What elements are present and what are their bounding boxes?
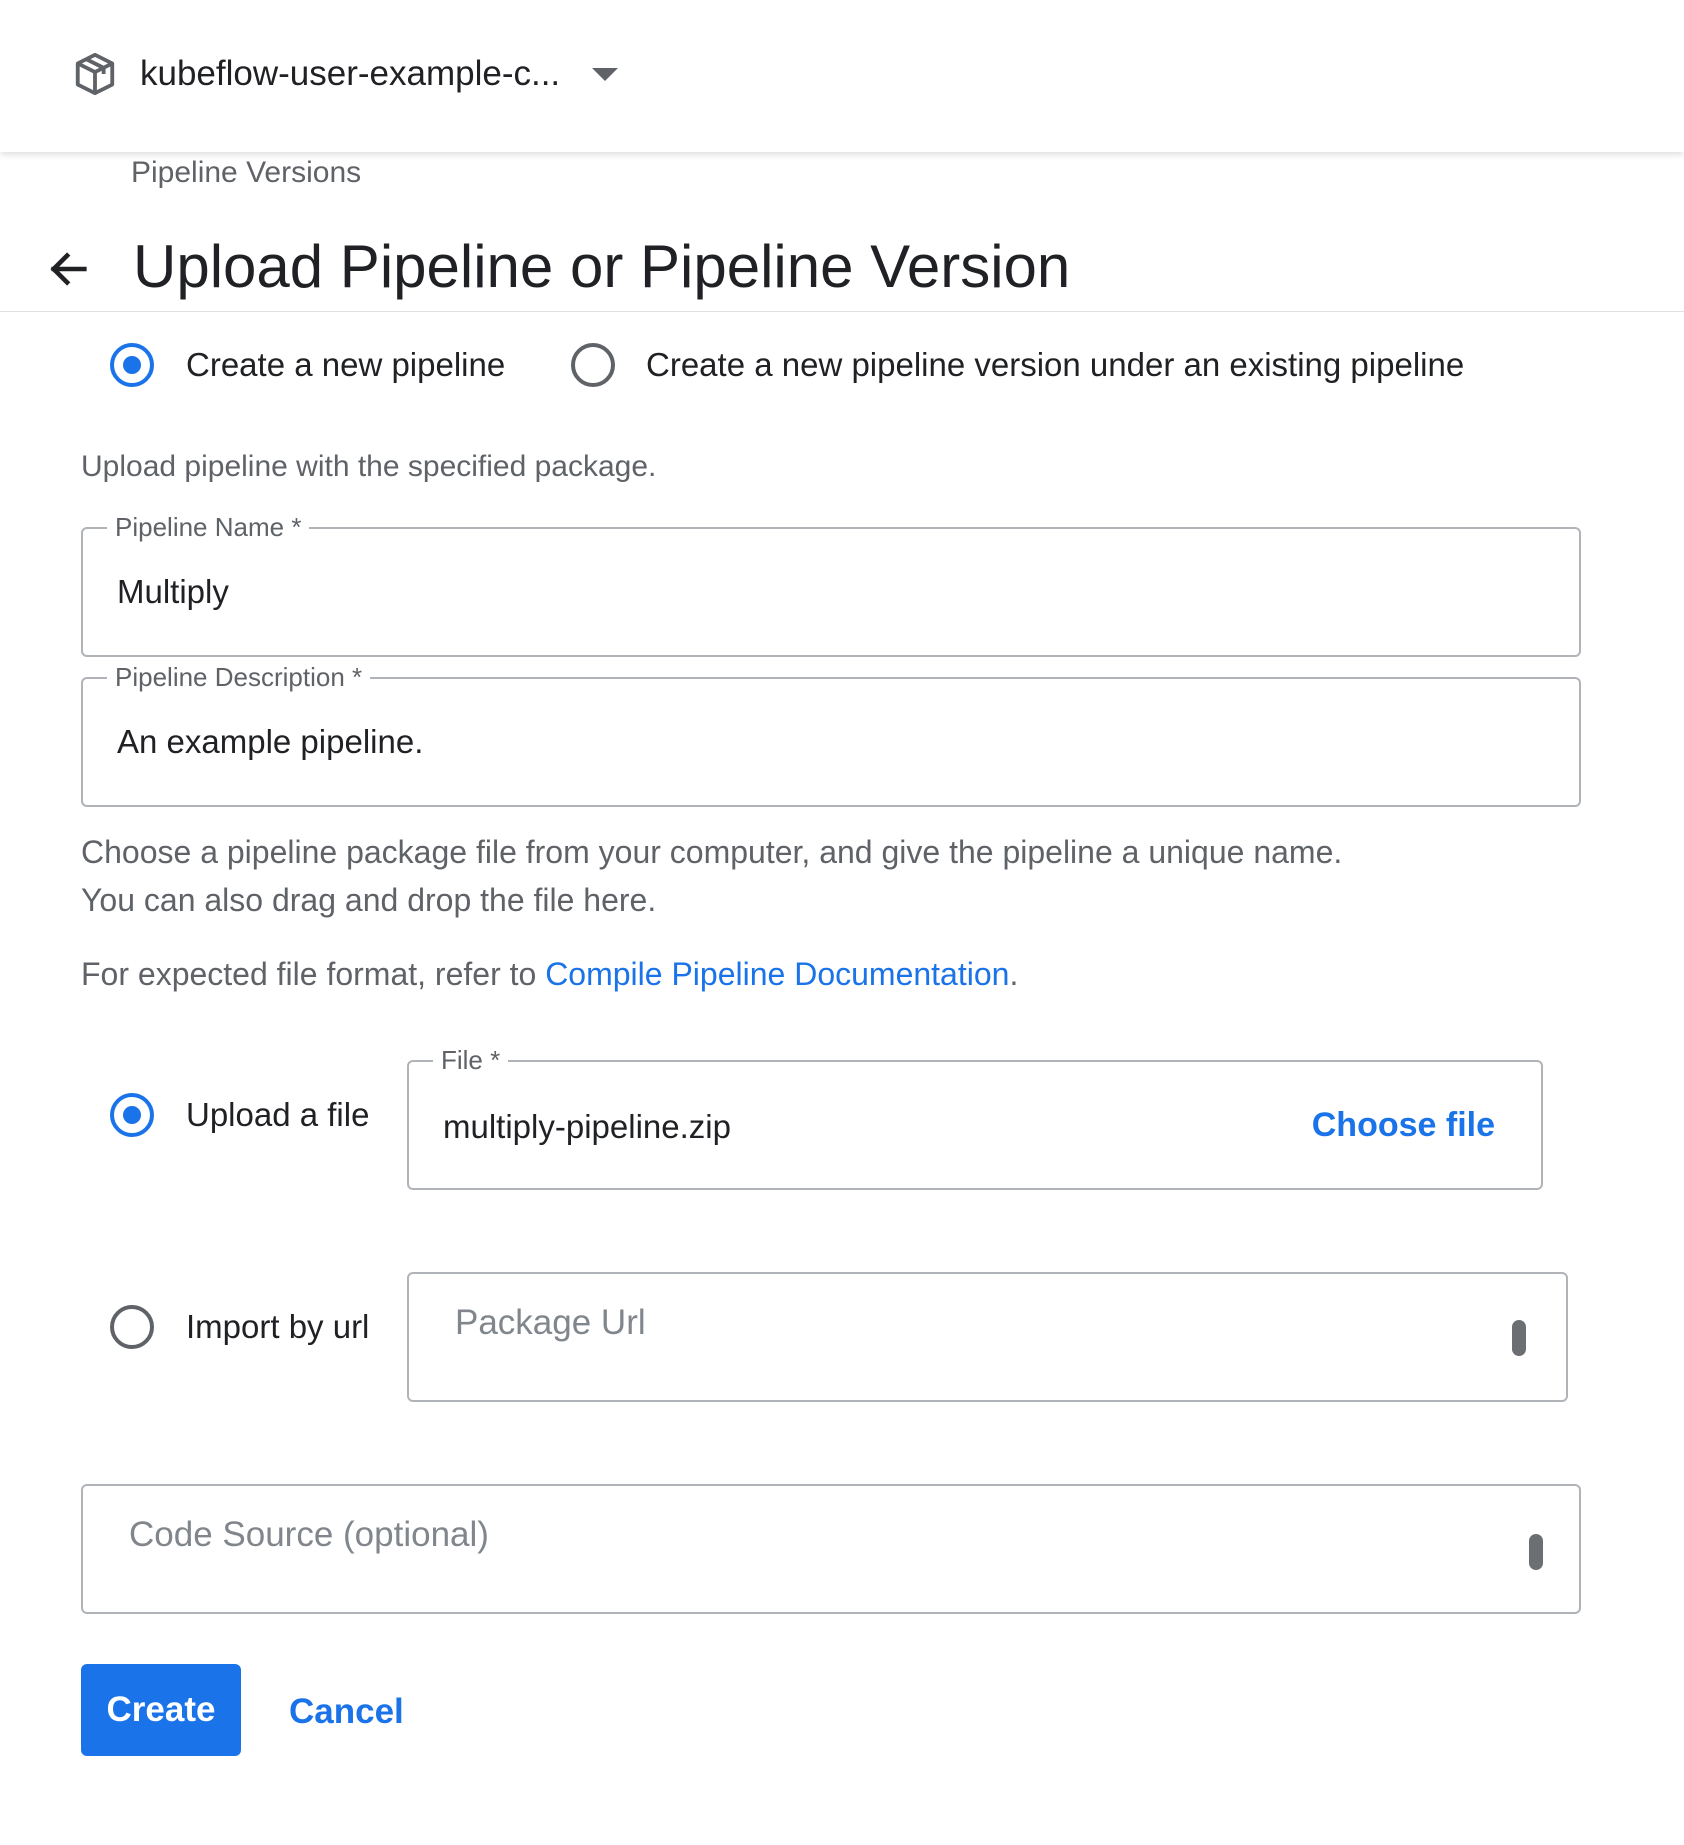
file-field-label: File * [433,1045,509,1076]
pipeline-name-value[interactable]: Multiply [117,573,229,611]
divider [0,311,1684,312]
code-source-placeholder: Code Source (optional) [129,1515,489,1554]
file-format-suffix: . [1009,956,1019,992]
breadcrumb[interactable]: Pipeline Versions [131,156,361,190]
back-arrow-icon[interactable] [46,246,92,292]
compile-docs-link[interactable]: Compile Pipeline Documentation [545,956,1009,992]
file-format-prefix: For expected file format, refer to [81,956,546,992]
radio-label-create-new-pipeline[interactable]: Create a new pipeline [186,346,505,384]
caret-down-icon[interactable] [592,67,619,81]
resize-handle-icon[interactable] [1529,1534,1543,1570]
file-format-text: For expected file format, refer to Compi… [81,956,1018,993]
namespace-selector[interactable]: kubeflow-user-example-c... [72,48,619,100]
help-text-line-1: Choose a pipeline package file from your… [81,834,1343,870]
intro-text: Upload pipeline with the specified packa… [81,450,657,483]
package-url-placeholder: Package Url [455,1303,646,1342]
radio-create-new-pipeline[interactable] [110,343,154,387]
pipeline-description-value[interactable]: An example pipeline. [117,723,423,761]
pipeline-description-label: Pipeline Description * [107,662,371,693]
code-source-input[interactable]: Code Source (optional) [81,1484,1581,1614]
resize-handle-icon[interactable] [1512,1320,1526,1356]
file-field[interactable]: File * multiply-pipeline.zip Choose file [407,1045,1543,1190]
help-text-line-2: You can also drag and drop the file here… [81,882,657,918]
choose-file-button[interactable]: Choose file [1312,1106,1495,1145]
radio-upload-file[interactable] [110,1093,154,1137]
package-url-input[interactable]: Package Url [407,1272,1568,1402]
radio-create-new-version[interactable] [571,343,615,387]
radio-label-upload-file[interactable]: Upload a file [186,1096,369,1134]
cube-icon [72,51,118,97]
pipeline-name-field[interactable]: Pipeline Name * Multiply [81,512,1581,657]
radio-label-import-url[interactable]: Import by url [186,1308,369,1346]
top-bar: kubeflow-user-example-c... [0,0,1684,152]
cancel-button[interactable]: Cancel [289,1692,404,1732]
radio-label-create-new-version[interactable]: Create a new pipeline version under an e… [646,346,1464,384]
namespace-label: kubeflow-user-example-c... [140,54,561,93]
create-button[interactable]: Create [81,1664,241,1756]
page-title: Upload Pipeline or Pipeline Version [133,233,1071,300]
pipeline-description-field[interactable]: Pipeline Description * An example pipeli… [81,662,1581,807]
pipeline-name-label: Pipeline Name * [107,512,310,543]
radio-import-url[interactable] [110,1305,154,1349]
file-name-value: multiply-pipeline.zip [443,1108,731,1145]
